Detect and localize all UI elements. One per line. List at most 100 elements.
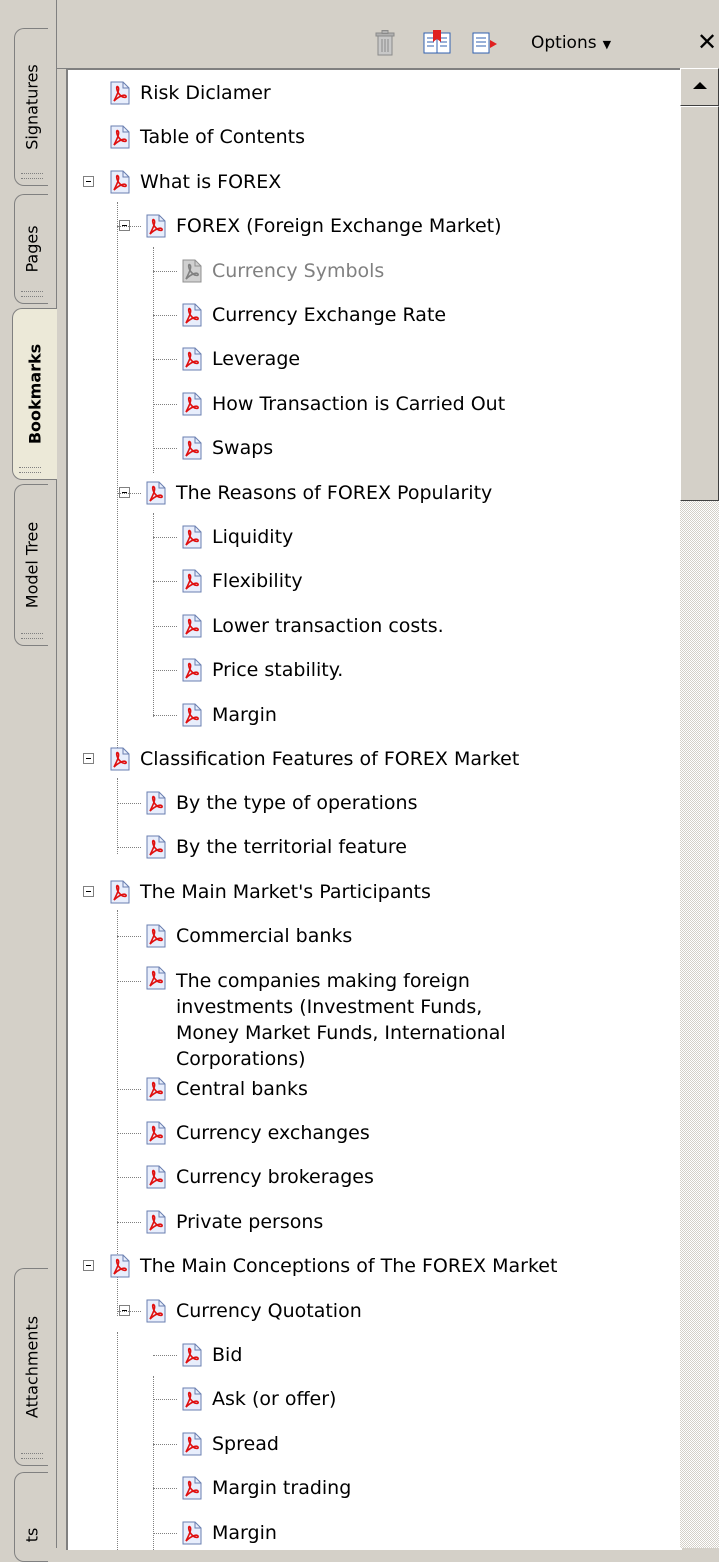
bookmark-item[interactable]: The Reasons of FOREX Popularity [144, 478, 492, 508]
scrollbar-thumb[interactable] [680, 106, 719, 501]
pdf-bookmark-icon [182, 703, 202, 727]
tab-comments[interactable]: ts [14, 1472, 48, 1562]
tree-connector [153, 448, 177, 449]
bookmark-item[interactable]: Leverage [180, 344, 300, 374]
bookmark-item[interactable]: By the type of operations [144, 788, 418, 818]
bookmark-item[interactable]: Margin trading [180, 1473, 351, 1503]
pdf-bookmark-icon [146, 791, 166, 815]
collapse-toggle[interactable] [83, 1260, 94, 1271]
pdf-bookmark-icon [146, 214, 166, 238]
tree-connector [117, 493, 141, 494]
bookmark-item[interactable]: The Main Market's Participants [108, 877, 431, 907]
pdf-bookmark-icon [182, 1432, 202, 1456]
bookmark-label: How Transaction is Carried Out [212, 393, 506, 415]
bookmark-item[interactable]: The Main Conceptions of The FOREX Market [108, 1251, 557, 1281]
bookmark-label: Spread [212, 1433, 279, 1455]
pdf-bookmark-icon [182, 347, 202, 371]
bookmark-item[interactable]: Table of Contents [108, 122, 305, 152]
expand-bookmark-button[interactable] [471, 30, 501, 56]
pdf-bookmark-icon [146, 481, 166, 505]
bookmark-item[interactable]: Lower transaction costs. [180, 611, 444, 641]
bookmark-item[interactable]: Central banks [144, 1074, 308, 1104]
bookmark-tree: Risk Diclamer Table of Contents What is FO… [66, 68, 682, 1550]
bookmark-item[interactable]: Margin [180, 1518, 277, 1548]
bookmark-item[interactable]: By the territorial feature [144, 832, 407, 862]
bookmark-item[interactable]: Risk Diclamer [108, 78, 271, 108]
tree-connector [153, 581, 177, 582]
pdf-bookmark-icon [110, 125, 130, 149]
pdf-bookmark-icon [182, 614, 202, 638]
bookmark-item[interactable]: Swaps [180, 433, 273, 463]
bookmark-label: Commercial banks [176, 925, 353, 947]
delete-bookmark-button[interactable] [375, 30, 395, 56]
vertical-scrollbar[interactable] [680, 68, 719, 1548]
tree-connector [153, 537, 177, 538]
bookmark-item[interactable]: Currency exchanges [144, 1118, 370, 1148]
tab-grip [21, 173, 43, 179]
tree-connector [153, 315, 177, 316]
collapse-toggle[interactable] [83, 176, 94, 187]
tab-attachments[interactable]: Attachments [14, 1268, 48, 1466]
bookmark-item[interactable]: Commercial banks [144, 921, 352, 951]
tab-grip [21, 1453, 43, 1459]
bookmark-item[interactable]: FOREX (Foreign Exchange Market) [144, 211, 502, 241]
bookmark-item[interactable]: Flexibility [180, 566, 303, 596]
tab-pages[interactable]: Pages [14, 194, 48, 304]
tab-bookmarks-label: Bookmarks [25, 343, 45, 445]
tree-connector [117, 981, 141, 982]
bookmark-item[interactable]: How Transaction is Carried Out [180, 389, 505, 419]
bookmark-label: By the territorial feature [176, 836, 407, 858]
tab-comments-label: ts [22, 1527, 41, 1543]
bookmark-label: Central banks [176, 1078, 308, 1100]
tree-connector [153, 715, 177, 716]
bookmark-item[interactable]: Currency Exchange Rate [180, 300, 446, 330]
navigation-tab-strip: Signatures Pages Bookmarks Model Tree At… [0, 0, 57, 1562]
bookmark-item[interactable]: Bid [180, 1340, 242, 1370]
bookmark-label: Table of Contents [140, 126, 305, 148]
tree-connector [117, 778, 118, 854]
pdf-bookmark-icon [182, 1343, 202, 1367]
tree-connector [153, 404, 177, 405]
options-menu-button[interactable]: Options ▼ [531, 33, 611, 53]
collapse-toggle[interactable] [83, 753, 94, 764]
tree-connector [117, 1177, 141, 1178]
tree-connector [153, 1533, 177, 1534]
tab-model-tree[interactable]: Model Tree [14, 484, 48, 646]
pdf-bookmark-icon [146, 835, 166, 859]
pdf-bookmark-icon [146, 966, 166, 990]
bookmark-item[interactable]: Currency brokerages [144, 1162, 374, 1192]
tree-connector [153, 271, 177, 272]
tree-connector [117, 202, 118, 762]
bookmark-label: Risk Diclamer [140, 82, 271, 104]
bookmark-item[interactable]: Currency Symbols [180, 256, 384, 286]
bookmark-item[interactable]: Margin [180, 700, 277, 730]
pdf-bookmark-icon [110, 81, 130, 105]
bookmark-item[interactable]: Liquidity [180, 522, 293, 552]
bookmark-label: Margin [212, 1522, 277, 1544]
pdf-bookmark-icon [146, 1299, 166, 1323]
tree-connector [153, 670, 177, 671]
bookmark-item[interactable]: Currency Quotation [144, 1296, 362, 1326]
pdf-bookmark-icon [182, 658, 202, 682]
tree-connector [117, 803, 141, 804]
new-bookmark-button[interactable] [423, 30, 453, 56]
scroll-up-button[interactable] [680, 68, 719, 106]
bookmark-item[interactable]: What is FOREX [108, 167, 281, 197]
bookmark-item[interactable]: Ask (or offer) [180, 1384, 336, 1414]
tab-bookmarks[interactable]: Bookmarks [12, 308, 57, 480]
bookmark-item[interactable]: Price stability. [180, 655, 343, 685]
collapse-toggle[interactable] [83, 886, 94, 897]
bookmark-label: Leverage [212, 348, 301, 370]
pdf-bookmark-icon [182, 569, 202, 593]
tree-connector [153, 626, 177, 627]
bookmark-item[interactable]: The companies making foreign investments… [144, 966, 536, 1072]
pdf-bookmark-icon [110, 1254, 130, 1278]
bookmark-item[interactable]: Private persons [144, 1207, 323, 1237]
tree-connector [153, 247, 154, 473]
tab-signatures[interactable]: Signatures [14, 28, 48, 186]
tab-grip [19, 467, 41, 473]
tree-connector [153, 1355, 177, 1356]
bookmark-item[interactable]: Spread [180, 1429, 279, 1459]
close-button[interactable]: ✕ [697, 28, 717, 56]
bookmark-item[interactable]: Classification Features of FOREX Market [108, 744, 519, 774]
